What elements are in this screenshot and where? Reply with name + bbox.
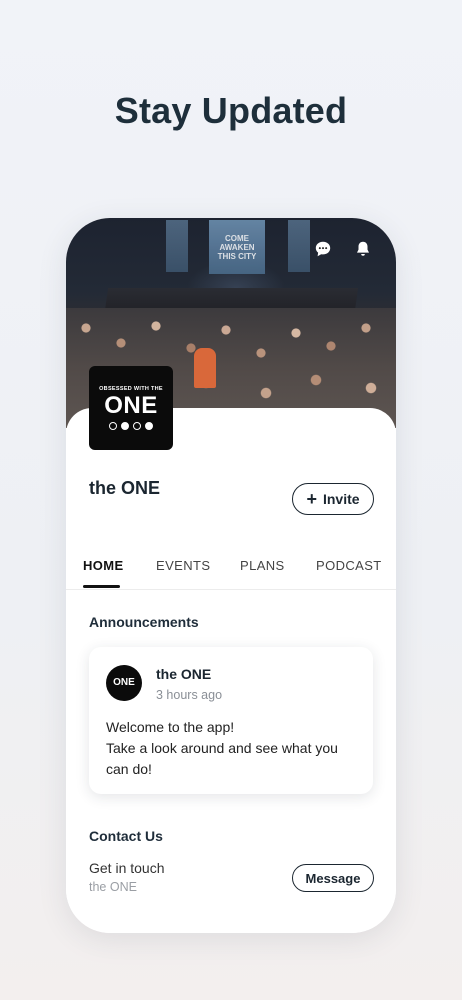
bell-icon[interactable] — [354, 240, 372, 258]
post-author: the ONE — [156, 666, 212, 682]
tab-home[interactable]: HOME — [83, 558, 124, 573]
invite-button[interactable]: + Invite — [292, 483, 374, 515]
stage-screen-center: COME AWAKEN THIS CITY — [209, 220, 265, 274]
post-body: Welcome to the app! Take a look around a… — [106, 717, 366, 780]
logo-circle-icon — [145, 422, 153, 430]
stage-screen-right — [288, 220, 310, 272]
logo-circle-icon — [121, 422, 129, 430]
logo-circle-icon — [109, 422, 117, 430]
group-name: the ONE — [89, 478, 161, 498]
page-headline: Stay Updated — [114, 90, 348, 131]
chat-bubble-icon[interactable] — [314, 240, 332, 258]
logo-title: ONE — [104, 392, 158, 419]
message-button[interactable]: Message — [292, 864, 374, 892]
tab-bar: HOME EVENTS PLANS PODCAST — [66, 554, 396, 590]
tab-events[interactable]: EVENTS — [156, 558, 210, 573]
phone-frame: COME AWAKEN THIS CITY OBSESSED WITH THE … — [66, 218, 396, 933]
plus-icon: + — [306, 489, 317, 509]
logo-icons — [109, 422, 153, 430]
invite-label: Invite — [322, 491, 360, 507]
active-tab-indicator — [83, 585, 120, 588]
stage-screen-left — [166, 220, 188, 272]
tab-podcast[interactable]: PODCAST — [316, 558, 382, 573]
announcement-card[interactable]: ONE the ONE 3 hours ago Welcome to the a… — [89, 647, 373, 794]
post-timestamp: 3 hours ago — [156, 688, 223, 702]
contact-subtitle: the ONE — [89, 880, 137, 894]
group-logo: OBSESSED WITH THE ONE — [89, 366, 173, 450]
crowd-person — [194, 348, 216, 388]
announcements-title: Announcements — [89, 614, 199, 630]
post-body-line: Welcome to the app! — [106, 719, 235, 735]
logo-circle-icon — [133, 422, 141, 430]
post-body-line: can do! — [106, 761, 152, 777]
post-body-line: Take a look around and see what you — [106, 740, 338, 756]
tab-plans[interactable]: PLANS — [240, 558, 285, 573]
avatar-text: ONE — [113, 677, 135, 688]
avatar: ONE — [106, 665, 142, 701]
contact-line: Get in touch — [89, 860, 165, 876]
contact-title: Contact Us — [89, 828, 163, 844]
